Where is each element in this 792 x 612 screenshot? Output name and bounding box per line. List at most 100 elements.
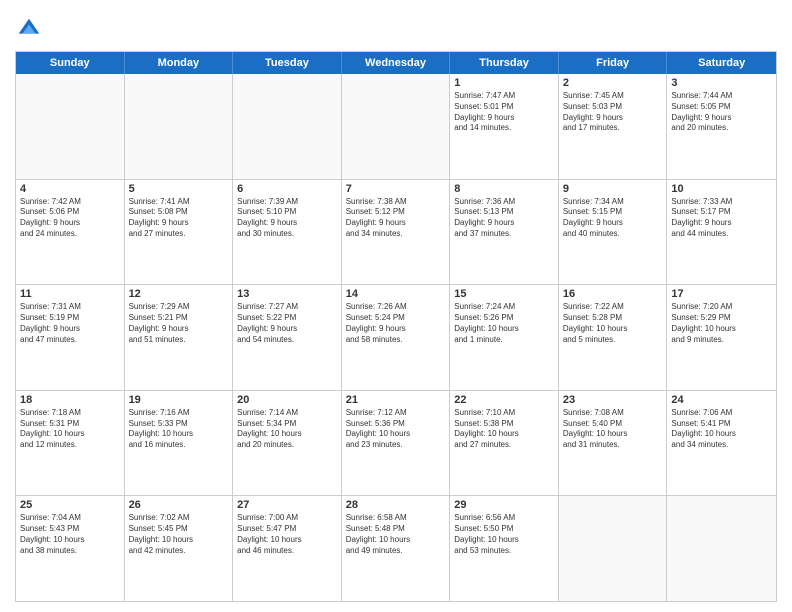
calendar-cell: 14 Sunrise: 7:26 AM Sunset: 5:24 PM Dayli… <box>342 285 451 390</box>
cell-info: Sunrise: 7:10 AM Sunset: 5:38 PM Dayligh… <box>454 408 554 451</box>
calendar-cell <box>125 74 234 179</box>
day-number: 4 <box>20 183 120 195</box>
day-number: 21 <box>346 394 446 406</box>
calendar-cell: 29 Sunrise: 6:56 AM Sunset: 5:50 PM Dayli… <box>450 496 559 601</box>
day-number: 18 <box>20 394 120 406</box>
calendar-cell <box>16 74 125 179</box>
header-cell-friday: Friday <box>559 52 668 74</box>
cell-info: Sunrise: 7:36 AM Sunset: 5:13 PM Dayligh… <box>454 197 554 240</box>
calendar-cell: 21 Sunrise: 7:12 AM Sunset: 5:36 PM Dayli… <box>342 391 451 496</box>
day-number: 22 <box>454 394 554 406</box>
cell-info: Sunrise: 7:38 AM Sunset: 5:12 PM Dayligh… <box>346 197 446 240</box>
calendar-cell <box>233 74 342 179</box>
calendar-cell: 1 Sunrise: 7:47 AM Sunset: 5:01 PM Daylig… <box>450 74 559 179</box>
day-number: 23 <box>563 394 663 406</box>
cell-info: Sunrise: 7:04 AM Sunset: 5:43 PM Dayligh… <box>20 513 120 556</box>
calendar-cell: 26Sunrise: 7:02 AM Sunset: 5:45 PM Dayli… <box>125 496 234 601</box>
calendar-cell: 13 Sunrise: 7:27 AM Sunset: 5:22 PM Dayli… <box>233 285 342 390</box>
cell-info: Sunrise: 7:18 AM Sunset: 5:31 PM Dayligh… <box>20 408 120 451</box>
calendar-cell: 12 Sunrise: 7:29 AM Sunset: 5:21 PM Dayli… <box>125 285 234 390</box>
day-number: 26 <box>129 499 229 511</box>
calendar-cell: 6 Sunrise: 7:39 AM Sunset: 5:10 PM Daylig… <box>233 180 342 285</box>
cell-info: Sunrise: 7:27 AM Sunset: 5:22 PM Dayligh… <box>237 302 337 345</box>
cell-info: Sunrise: 7:31 AM Sunset: 5:19 PM Dayligh… <box>20 302 120 345</box>
day-number: 10 <box>671 183 772 195</box>
cell-info: Sunrise: 7:45 AM Sunset: 5:03 PM Dayligh… <box>563 91 663 134</box>
cell-info: Sunrise: 7:16 AM Sunset: 5:33 PM Dayligh… <box>129 408 229 451</box>
calendar-cell: 27 Sunrise: 7:00 AM Sunset: 5:47 PM Dayli… <box>233 496 342 601</box>
cell-info: Sunrise: 7:47 AM Sunset: 5:01 PM Dayligh… <box>454 91 554 134</box>
cell-info: Sunrise: 7:39 AM Sunset: 5:10 PM Dayligh… <box>237 197 337 240</box>
calendar-cell: 28Sunrise: 6:58 AM Sunset: 5:48 PM Dayli… <box>342 496 451 601</box>
calendar-row-2: 11 Sunrise: 7:31 AM Sunset: 5:19 PM Dayli… <box>16 284 776 390</box>
day-number: 25 <box>20 499 120 511</box>
calendar-cell: 23 Sunrise: 7:08 AM Sunset: 5:40 PM Dayli… <box>559 391 668 496</box>
day-number: 27 <box>237 499 337 511</box>
calendar-header: SundayMondayTuesdayWednesdayThursdayFrid… <box>16 52 776 74</box>
cell-info: Sunrise: 7:44 AM Sunset: 5:05 PM Dayligh… <box>671 91 772 134</box>
calendar-cell <box>342 74 451 179</box>
header-cell-tuesday: Tuesday <box>233 52 342 74</box>
calendar-cell: 9Sunrise: 7:34 AM Sunset: 5:15 PM Daylig… <box>559 180 668 285</box>
calendar-cell: 4Sunrise: 7:42 AM Sunset: 5:06 PM Daylig… <box>16 180 125 285</box>
header-cell-wednesday: Wednesday <box>342 52 451 74</box>
header-cell-sunday: Sunday <box>16 52 125 74</box>
calendar-row-1: 4Sunrise: 7:42 AM Sunset: 5:06 PM Daylig… <box>16 179 776 285</box>
cell-info: Sunrise: 7:06 AM Sunset: 5:41 PM Dayligh… <box>671 408 772 451</box>
calendar-row-0: 1 Sunrise: 7:47 AM Sunset: 5:01 PM Daylig… <box>16 74 776 179</box>
calendar-cell: 18 Sunrise: 7:18 AM Sunset: 5:31 PM Dayli… <box>16 391 125 496</box>
calendar-cell: 20 Sunrise: 7:14 AM Sunset: 5:34 PM Dayli… <box>233 391 342 496</box>
calendar-cell: 16 Sunrise: 7:22 AM Sunset: 5:28 PM Dayli… <box>559 285 668 390</box>
calendar-cell: 3Sunrise: 7:44 AM Sunset: 5:05 PM Daylig… <box>667 74 776 179</box>
page: SundayMondayTuesdayWednesdayThursdayFrid… <box>0 0 792 612</box>
calendar-cell: 22 Sunrise: 7:10 AM Sunset: 5:38 PM Dayli… <box>450 391 559 496</box>
day-number: 16 <box>563 288 663 300</box>
day-number: 6 <box>237 183 337 195</box>
day-number: 19 <box>129 394 229 406</box>
day-number: 29 <box>454 499 554 511</box>
day-number: 14 <box>346 288 446 300</box>
day-number: 17 <box>671 288 772 300</box>
calendar-cell: 5Sunrise: 7:41 AM Sunset: 5:08 PM Daylig… <box>125 180 234 285</box>
header-cell-saturday: Saturday <box>667 52 776 74</box>
day-number: 11 <box>20 288 120 300</box>
day-number: 20 <box>237 394 337 406</box>
calendar-cell: 24 Sunrise: 7:06 AM Sunset: 5:41 PM Dayli… <box>667 391 776 496</box>
cell-info: Sunrise: 7:22 AM Sunset: 5:28 PM Dayligh… <box>563 302 663 345</box>
day-number: 12 <box>129 288 229 300</box>
calendar-cell: 25 Sunrise: 7:04 AM Sunset: 5:43 PM Dayli… <box>16 496 125 601</box>
day-number: 1 <box>454 77 554 89</box>
cell-info: Sunrise: 7:14 AM Sunset: 5:34 PM Dayligh… <box>237 408 337 451</box>
day-number: 13 <box>237 288 337 300</box>
logo <box>15 15 49 43</box>
cell-info: Sunrise: 7:24 AM Sunset: 5:26 PM Dayligh… <box>454 302 554 345</box>
calendar-cell: 15 Sunrise: 7:24 AM Sunset: 5:26 PM Dayli… <box>450 285 559 390</box>
cell-info: Sunrise: 7:12 AM Sunset: 5:36 PM Dayligh… <box>346 408 446 451</box>
day-number: 8 <box>454 183 554 195</box>
header-cell-monday: Monday <box>125 52 234 74</box>
calendar-body: 1 Sunrise: 7:47 AM Sunset: 5:01 PM Daylig… <box>16 74 776 601</box>
cell-info: Sunrise: 7:08 AM Sunset: 5:40 PM Dayligh… <box>563 408 663 451</box>
day-number: 15 <box>454 288 554 300</box>
calendar-row-4: 25 Sunrise: 7:04 AM Sunset: 5:43 PM Dayli… <box>16 495 776 601</box>
cell-info: Sunrise: 7:20 AM Sunset: 5:29 PM Dayligh… <box>671 302 772 345</box>
cell-info: Sunrise: 7:41 AM Sunset: 5:08 PM Dayligh… <box>129 197 229 240</box>
cell-info: Sunrise: 6:56 AM Sunset: 5:50 PM Dayligh… <box>454 513 554 556</box>
cell-info: Sunrise: 7:34 AM Sunset: 5:15 PM Dayligh… <box>563 197 663 240</box>
cell-info: Sunrise: 7:00 AM Sunset: 5:47 PM Dayligh… <box>237 513 337 556</box>
cell-info: Sunrise: 7:29 AM Sunset: 5:21 PM Dayligh… <box>129 302 229 345</box>
calendar-cell: 19 Sunrise: 7:16 AM Sunset: 5:33 PM Dayli… <box>125 391 234 496</box>
day-number: 7 <box>346 183 446 195</box>
calendar: SundayMondayTuesdayWednesdayThursdayFrid… <box>15 51 777 602</box>
cell-info: Sunrise: 7:26 AM Sunset: 5:24 PM Dayligh… <box>346 302 446 345</box>
calendar-cell: 17 Sunrise: 7:20 AM Sunset: 5:29 PM Dayli… <box>667 285 776 390</box>
cell-info: Sunrise: 7:33 AM Sunset: 5:17 PM Dayligh… <box>671 197 772 240</box>
calendar-row-3: 18 Sunrise: 7:18 AM Sunset: 5:31 PM Dayli… <box>16 390 776 496</box>
header-cell-thursday: Thursday <box>450 52 559 74</box>
calendar-cell: 7 Sunrise: 7:38 AM Sunset: 5:12 PM Daylig… <box>342 180 451 285</box>
calendar-cell: 11 Sunrise: 7:31 AM Sunset: 5:19 PM Dayli… <box>16 285 125 390</box>
day-number: 24 <box>671 394 772 406</box>
day-number: 2 <box>563 77 663 89</box>
calendar-cell <box>667 496 776 601</box>
calendar-cell: 10 Sunrise: 7:33 AM Sunset: 5:17 PM Dayli… <box>667 180 776 285</box>
